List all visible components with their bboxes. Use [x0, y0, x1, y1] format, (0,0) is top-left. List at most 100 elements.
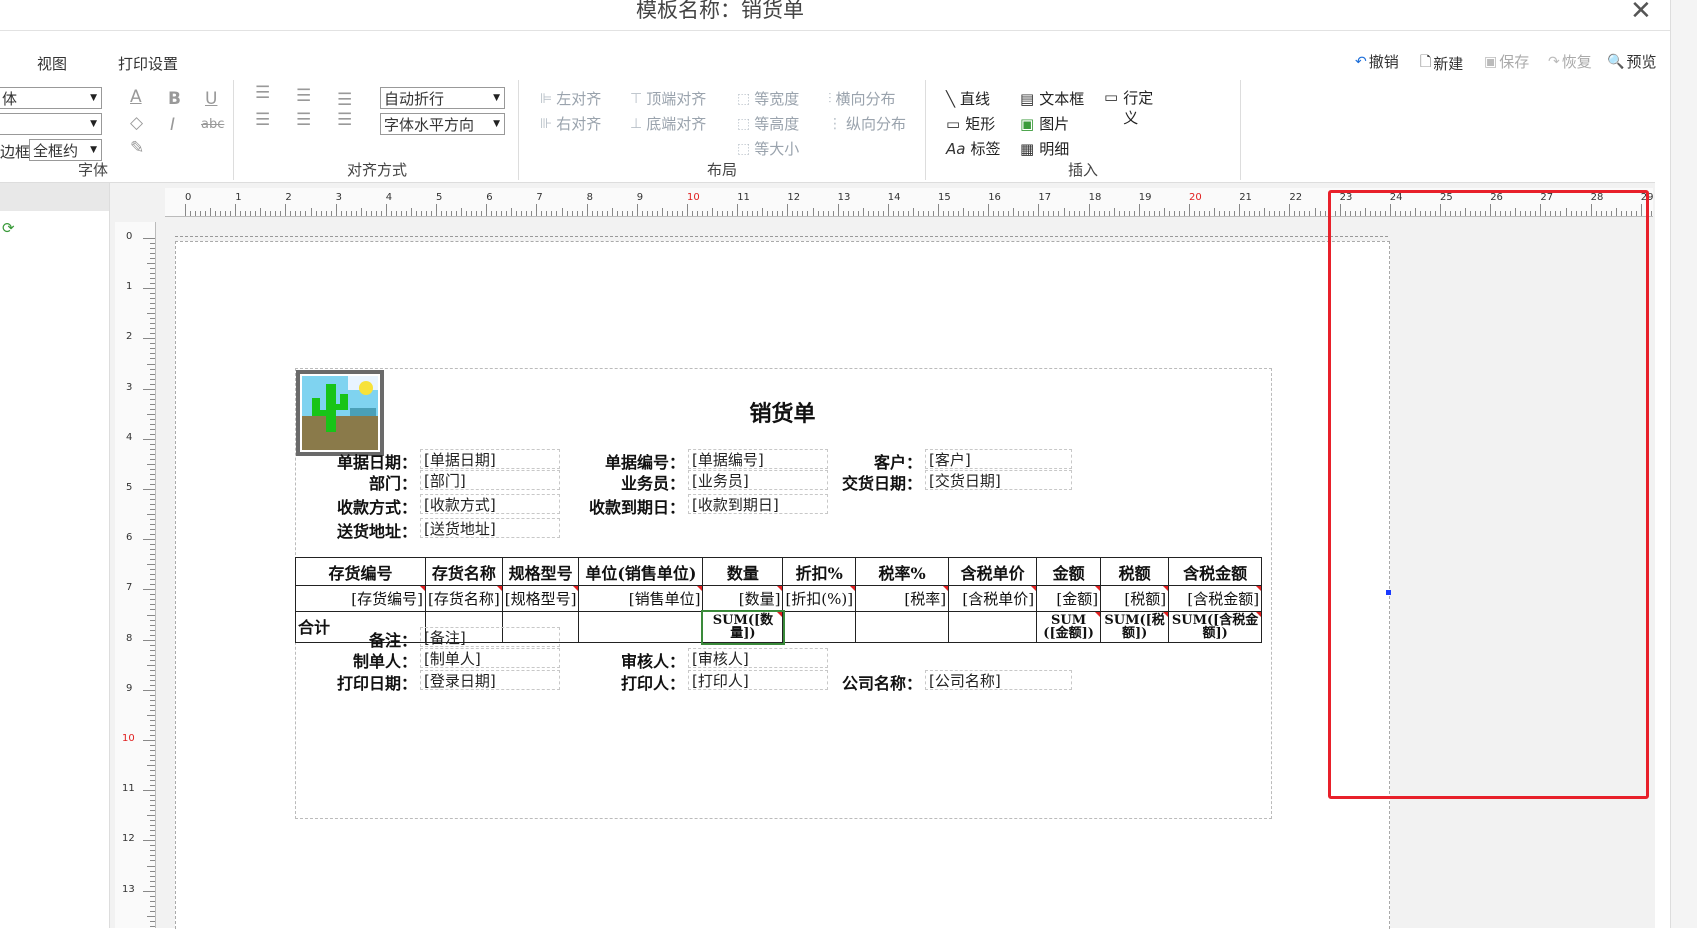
column-header[interactable]: 单位(销售单位): [578, 557, 704, 586]
column-header[interactable]: 存货名称: [425, 557, 503, 586]
insert-rect-button[interactable]: ▭ 矩形: [946, 113, 995, 134]
align-top-right-icon[interactable]: ☰: [337, 90, 352, 110]
sum-cell[interactable]: SUM([含税金额]): [1168, 611, 1263, 643]
left-align-button[interactable]: ⊫ 左对齐: [540, 88, 601, 109]
maker-label[interactable]: 制单人：: [297, 648, 417, 672]
table-cell[interactable]: [税率]: [855, 585, 950, 612]
table-cell[interactable]: [存货名称]: [425, 585, 503, 612]
align-center-icon[interactable]: ☰: [296, 110, 311, 130]
right-align-button[interactable]: ⊪ 右对齐: [540, 113, 601, 134]
pay-due-label[interactable]: 收款到期日：: [560, 494, 685, 518]
column-header[interactable]: 存货编号: [295, 557, 426, 586]
salesman-field[interactable]: [业务员]: [688, 470, 828, 490]
menu-print-settings[interactable]: 打印设置: [118, 53, 178, 74]
column-header[interactable]: 规格型号: [501, 557, 580, 586]
same-width-button[interactable]: ⬚ 等宽度: [737, 88, 799, 109]
top-align-button[interactable]: ⊤ 顶端对齐: [630, 88, 706, 109]
printer-field[interactable]: [打印人]: [688, 670, 828, 690]
table-cell[interactable]: [存货编号]: [295, 585, 426, 612]
redo-button[interactable]: ↷ 恢复: [1548, 51, 1592, 72]
table-cell[interactable]: [数量]: [702, 585, 784, 612]
sum-cell[interactable]: [578, 611, 704, 643]
pen-icon[interactable]: ✎: [130, 138, 144, 158]
sum-cell[interactable]: SUM([金额]): [1036, 611, 1102, 643]
insert-label-button[interactable]: Aa 标签: [946, 138, 1000, 159]
insert-detail-button[interactable]: ▦ 明细: [1020, 138, 1069, 159]
v-distribute-button[interactable]: ⋮ 纵向分布: [828, 113, 906, 134]
printer-label[interactable]: 打印人：: [560, 670, 685, 694]
h-distribute-button[interactable]: ⫶ 横向分布: [828, 88, 896, 109]
wrap-select[interactable]: 自动折行 ▼: [380, 87, 505, 109]
column-header[interactable]: 数量: [702, 557, 784, 586]
insert-custom-row-button[interactable]: ▭ 行定义: [1104, 88, 1166, 128]
insert-line-button[interactable]: ╲ 直线: [946, 88, 990, 109]
print-date-field[interactable]: [登录日期]: [420, 670, 560, 690]
salesman-label[interactable]: 业务员：: [560, 470, 685, 494]
table-cell[interactable]: [规格型号]: [501, 585, 580, 612]
column-header[interactable]: 含税金额: [1168, 557, 1263, 586]
maker-field[interactable]: [制单人]: [420, 648, 560, 668]
column-header[interactable]: 税额: [1100, 557, 1170, 586]
undo-button[interactable]: ↶ 撤销: [1355, 51, 1399, 72]
align-top-left-icon[interactable]: ☰: [255, 83, 270, 103]
bottom-align-button[interactable]: ⊥ 底端对齐: [630, 113, 706, 134]
fill-color-icon[interactable]: ◇: [130, 113, 143, 133]
sum-cell[interactable]: SUM([数量]): [700, 609, 785, 645]
border-select[interactable]: 全框约 ▼: [29, 139, 102, 161]
address-label[interactable]: 送货地址：: [297, 518, 417, 542]
refresh-icon[interactable]: ⟳: [2, 219, 15, 237]
table-cell[interactable]: [含税单价]: [948, 585, 1038, 612]
strikethrough-icon[interactable]: abc: [201, 117, 224, 132]
company-field[interactable]: [公司名称]: [925, 670, 1072, 690]
doc-date-field[interactable]: [单据日期]: [420, 449, 560, 469]
pay-method-field[interactable]: [收款方式]: [420, 494, 560, 514]
text-direction-select[interactable]: 字体水平方向 ▼: [380, 113, 505, 135]
preview-button[interactable]: 🔍 预览: [1607, 51, 1656, 72]
same-size-button[interactable]: ⬚ 等大小: [737, 138, 799, 159]
dept-label[interactable]: 部门：: [297, 470, 417, 494]
remark-field[interactable]: [备注]: [420, 627, 560, 647]
same-height-button[interactable]: ⬚ 等高度: [737, 113, 799, 134]
align-top-center-icon[interactable]: ☰: [296, 86, 311, 106]
side-scrollbar[interactable]: [1670, 0, 1697, 928]
pay-due-field[interactable]: [收款到期日]: [688, 494, 828, 514]
table-cell[interactable]: [金额]: [1036, 585, 1102, 612]
insert-image-button[interactable]: ▣ 图片: [1020, 113, 1069, 134]
doc-no-field[interactable]: [单据编号]: [688, 449, 828, 469]
insert-textbox-button[interactable]: ▤ 文本框: [1020, 88, 1084, 109]
align-left-icon[interactable]: ☰: [255, 110, 270, 130]
auditor-label[interactable]: 审核人：: [560, 648, 685, 672]
customer-field[interactable]: [客户]: [925, 449, 1072, 469]
company-label[interactable]: 公司名称：: [830, 670, 922, 694]
close-icon[interactable]: ✕: [1630, 0, 1652, 26]
dept-field[interactable]: [部门]: [420, 470, 560, 490]
column-header[interactable]: 折扣%: [782, 557, 857, 586]
table-cell[interactable]: [税额]: [1100, 585, 1170, 612]
save-button[interactable]: ▣ 保存: [1484, 51, 1529, 72]
address-field[interactable]: [送货地址]: [420, 518, 560, 538]
sum-cell[interactable]: [948, 611, 1038, 643]
table-cell[interactable]: [销售单位]: [578, 585, 704, 612]
sum-cell[interactable]: [782, 611, 857, 643]
pay-method-label[interactable]: 收款方式：: [297, 494, 417, 518]
italic-icon[interactable]: I: [170, 115, 175, 135]
delivery-date-label[interactable]: 交货日期：: [830, 470, 922, 494]
align-right-icon[interactable]: ☰: [337, 110, 352, 130]
table-cell[interactable]: [含税金额]: [1168, 585, 1263, 612]
underline-icon[interactable]: U: [205, 89, 217, 109]
table-cell[interactable]: [折扣(%)]: [782, 585, 857, 612]
sum-cell[interactable]: SUM([税额]): [1100, 611, 1170, 643]
bold-icon[interactable]: B: [168, 89, 181, 109]
auditor-field[interactable]: [审核人]: [688, 648, 828, 668]
font-name-select[interactable]: 体 ▼: [0, 87, 102, 109]
font-size-select[interactable]: ▼: [0, 113, 102, 135]
sum-cell[interactable]: [855, 611, 950, 643]
font-color-icon[interactable]: A: [130, 87, 142, 107]
print-date-label[interactable]: 打印日期：: [297, 670, 417, 694]
menu-view[interactable]: 视图: [37, 53, 67, 74]
delivery-date-field[interactable]: [交货日期]: [925, 470, 1072, 490]
column-header[interactable]: 金额: [1036, 557, 1102, 586]
column-header[interactable]: 税率%: [855, 557, 950, 586]
column-header[interactable]: 含税单价: [948, 557, 1038, 586]
new-button[interactable]: 🗋 新建: [1420, 51, 1463, 75]
